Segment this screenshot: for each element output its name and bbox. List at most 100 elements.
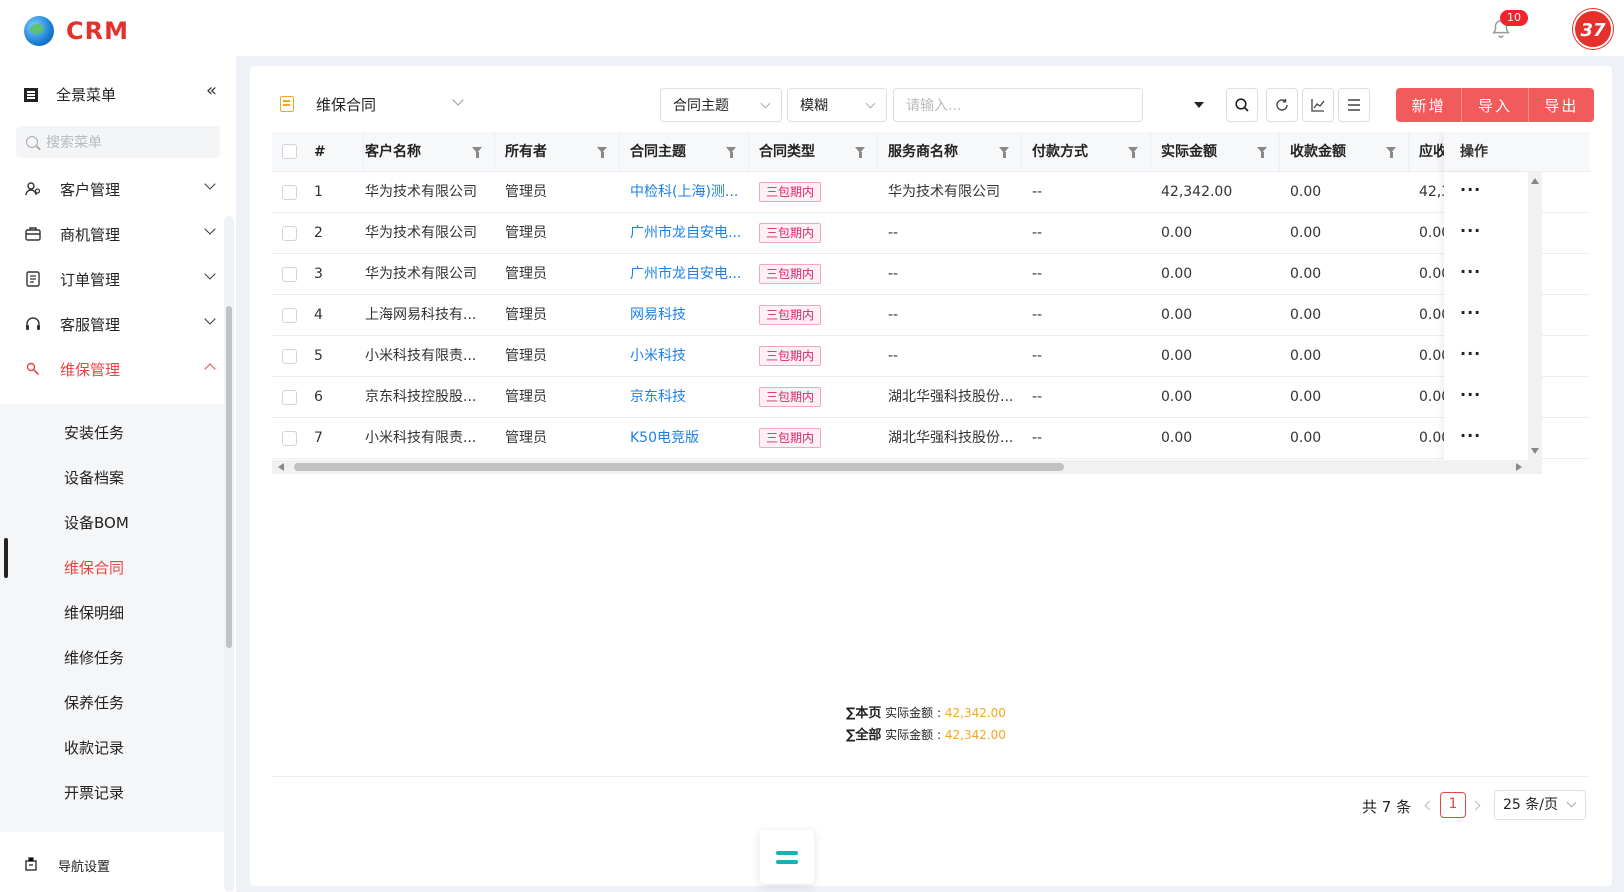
chart-button[interactable] [1302,88,1334,122]
sidebar-item-service[interactable]: 客服管理 [24,309,216,339]
cell-type: 三包期内 [749,336,878,377]
col-payment[interactable]: 付款方式 [1022,132,1151,172]
more-actions-icon[interactable]: ··· [1460,426,1481,445]
cell-subject[interactable]: K50电竞版 [620,418,749,459]
submenu-repair-tasks[interactable]: 维修任务 [64,647,124,668]
row-checkbox[interactable] [282,308,297,323]
select-all-checkbox[interactable] [282,144,297,159]
col-provider[interactable]: 服务商名称 [878,132,1022,172]
sidebar-item-opportunities[interactable]: 商机管理 [24,219,216,249]
import-button[interactable]: 导入 [1461,88,1527,122]
table-row[interactable]: 3 华为技术有限公司 管理员 广州市龙自安电... 三包期内 -- -- 0.00 0.00 0.… [272,254,1590,295]
view-select[interactable]: 维保合同 [316,94,376,115]
caret-down-icon[interactable] [1194,102,1204,108]
nav-settings[interactable]: 导航设置 [24,856,110,875]
col-subject[interactable]: 合同主题 [620,132,749,172]
scroll-up-icon[interactable] [1531,178,1539,184]
sidebar-item-orders[interactable]: 订单管理 [24,264,216,294]
row-checkbox[interactable] [282,267,297,282]
table-row[interactable]: 4 上海网易科技有... 管理员 网易科技 三包期内 -- -- 0.00 0.00 0.00 [272,295,1590,336]
more-actions-icon[interactable]: ··· [1460,221,1481,240]
submenu-maintenance-contracts[interactable]: 维保合同 [64,557,124,578]
menu-search-input[interactable]: 搜索菜单 [16,126,220,158]
pagination-current-page[interactable]: 1 [1440,792,1466,818]
sidebar-scrollbar[interactable] [226,306,232,648]
filter-icon[interactable] [472,147,482,158]
cell-subject[interactable]: 京东科技 [620,377,749,418]
table-row[interactable]: 7 小米科技有限责... 管理员 K50电竞版 三包期内 湖北华强科技股份... -- 0.0… [272,418,1590,459]
col-type[interactable]: 合同类型 [749,132,878,172]
columns-button[interactable] [1338,88,1370,122]
avatar[interactable]: 37 [1573,9,1613,49]
row-checkbox[interactable] [282,431,297,446]
submenu-invoice-records[interactable]: 开票记录 [64,782,124,803]
search-button[interactable] [1226,88,1258,122]
cell-subject[interactable]: 广州市龙自安电... [620,213,749,254]
submenu-device-bom[interactable]: 设备BOM [64,512,129,533]
prev-page-icon[interactable] [1424,800,1435,811]
filter-icon[interactable] [597,147,607,158]
filter-icon[interactable] [726,147,736,158]
cell-subject[interactable]: 中检科(上海)测... [620,172,749,213]
row-checkbox[interactable] [282,185,297,200]
field-select[interactable]: 合同主题 [660,88,782,122]
filter-icon[interactable] [855,147,865,158]
table-row[interactable]: 5 小米科技有限责... 管理员 小米科技 三包期内 -- -- 0.00 0.00 0.00 [272,336,1590,377]
row-checkbox[interactable] [282,226,297,241]
table-vertical-scrollbar[interactable] [1528,172,1542,460]
col-customer[interactable]: 客户名称 [355,132,495,172]
more-actions-icon[interactable]: ··· [1460,180,1481,199]
sidebar-item-maintenance[interactable]: 维保管理 [24,354,216,384]
all-summary-amount: 42,342.00 [944,728,1006,742]
full-menu-title[interactable]: 全景菜单 [24,84,116,105]
submenu-device-files[interactable]: 设备档案 [64,467,124,488]
collapse-icon[interactable]: « [206,80,217,101]
floating-menu-button[interactable] [760,830,814,884]
col-owner[interactable]: 所有者 [495,132,620,172]
more-actions-icon[interactable]: ··· [1460,385,1481,404]
cell-subject[interactable]: 小米科技 [620,336,749,377]
page-summary-label: ∑本页 [846,706,882,721]
more-actions-icon[interactable]: ··· [1460,262,1481,281]
submenu-maintenance-details[interactable]: 维保明细 [64,602,124,623]
more-actions-icon[interactable]: ··· [1460,303,1481,322]
scroll-down-icon[interactable] [1531,448,1539,454]
export-button[interactable]: 导出 [1527,88,1594,122]
filter-icon[interactable] [1257,147,1267,158]
table-row[interactable]: 6 京东科技控股股... 管理员 京东科技 三包期内 湖北华强科技股份... -- 0.00 0… [272,377,1590,418]
filter-icon[interactable] [1128,147,1138,158]
app-logo[interactable]: CRM [24,16,129,46]
menu-icon [24,87,38,102]
submenu-upkeep-tasks[interactable]: 保养任务 [64,692,124,713]
col-actual-amount[interactable]: 实际金额 [1151,132,1280,172]
row-checkbox[interactable] [282,349,297,364]
match-mode-select[interactable]: 模糊 [787,88,887,122]
cell-subject[interactable]: 广州市龙自安电... [620,254,749,295]
filter-icon[interactable] [999,147,1009,158]
contract-type-tag: 三包期内 [759,387,822,407]
filter-icon[interactable] [1386,147,1396,158]
users-icon [24,180,42,198]
horizontal-scroll-thumb[interactable] [294,463,1064,471]
table-row[interactable]: 1 华为技术有限公司 管理员 中检科(上海)测... 三包期内 华为技术有限公司 -- 42,… [272,172,1590,213]
table-row[interactable]: 2 华为技术有限公司 管理员 广州市龙自安电... 三包期内 -- -- 0.00 0.00 0.… [272,213,1590,254]
cell-subject[interactable]: 网易科技 [620,295,749,336]
col-label: 付款方式 [1032,144,1088,160]
col-received-amount[interactable]: 收款金额 [1280,132,1409,172]
row-checkbox[interactable] [282,390,297,405]
scroll-right-icon[interactable] [1516,463,1522,471]
page-size-select[interactable]: 25 条/页 [1494,790,1586,820]
field-select-value: 合同主题 [673,98,729,114]
add-button[interactable]: 新增 [1396,88,1461,122]
search-input[interactable]: 请输入... [893,88,1143,122]
next-page-icon[interactable] [1470,800,1481,811]
contract-type-tag: 三包期内 [759,223,822,243]
submenu-install-tasks[interactable]: 安装任务 [64,422,124,443]
sidebar-item-customers[interactable]: 客户管理 [24,174,216,204]
table-horizontal-scrollbar[interactable] [272,460,1542,474]
chevron-down-icon[interactable] [452,94,464,106]
scroll-left-icon[interactable] [278,463,284,471]
more-actions-icon[interactable]: ··· [1460,344,1481,363]
refresh-button[interactable] [1266,88,1298,122]
submenu-payment-records[interactable]: 收款记录 [64,737,124,758]
